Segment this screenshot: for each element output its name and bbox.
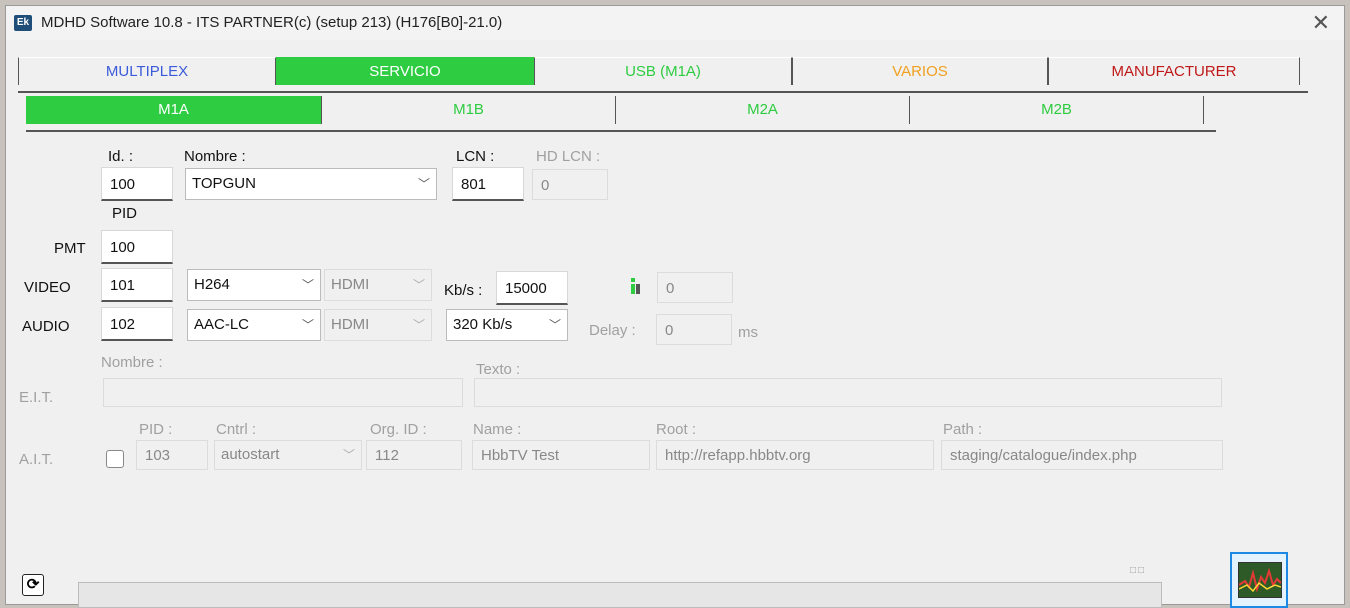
ait-cntrl-value: autostart <box>221 446 280 463</box>
tab-m1b[interactable]: M1B <box>322 96 616 124</box>
pmt-label: PMT <box>54 240 86 257</box>
info-icon[interactable] <box>631 278 641 294</box>
monitor-chart-icon[interactable] <box>1230 552 1288 608</box>
sub-tab-divider <box>26 128 1216 132</box>
audio-source-value: HDMI <box>331 316 370 333</box>
lcn-label: LCN : <box>456 148 495 165</box>
tab-servicio[interactable]: SERVICIO <box>276 57 534 85</box>
ait-name-label: Name : <box>473 421 522 438</box>
video-source-select: HDMI ﹀ <box>324 269 432 301</box>
tab-m2a[interactable]: M2A <box>616 96 910 124</box>
tab-manufacturer-label: MANUFACTURER <box>1111 63 1237 80</box>
tab-servicio-label: SERVICIO <box>369 63 441 80</box>
chevron-down-icon: ﹀ <box>301 278 314 292</box>
delay-unit-label: ms <box>738 324 758 341</box>
main-tab-bar: MULTIPLEX SERVICIO USB (M1A) VARIOS MANU… <box>18 57 1300 87</box>
id-label: Id. : <box>108 148 134 165</box>
tab-usb[interactable]: USB (M1A) <box>534 57 792 85</box>
progress-bar <box>78 582 1162 608</box>
tab-multiplex[interactable]: MULTIPLEX <box>18 57 276 85</box>
chevron-down-icon: ﹀ <box>548 318 561 332</box>
window-title: MDHD Software 10.8 - ITS PARTNER(c) (set… <box>41 14 503 31</box>
ait-name-field: HbbTV Test <box>472 440 650 470</box>
title-bar: Ek MDHD Software 10.8 - ITS PARTNER(c) (… <box>6 6 1344 40</box>
ait-root-label: Root : <box>656 421 697 438</box>
ait-enable-checkbox[interactable] <box>106 450 124 468</box>
tab-multiplex-label: MULTIPLEX <box>105 63 189 80</box>
eit-texto-field <box>474 378 1222 407</box>
chevron-down-icon: ﹀ <box>417 177 430 191</box>
delay-label: Delay : <box>589 322 636 339</box>
audio-bitrate-select[interactable]: 320 Kb/s ﹀ <box>446 309 568 341</box>
video-codec-select[interactable]: H264 ﹀ <box>187 269 321 301</box>
sub-tab-bar: M1A M1B M2A M2B <box>26 96 1216 126</box>
ait-orgid-label: Org. ID : <box>370 421 427 438</box>
video-kbs-field[interactable]: 15000 <box>496 271 568 305</box>
audio-source-select: HDMI ﹀ <box>324 309 432 341</box>
close-icon[interactable]: ✕ <box>1312 10 1330 36</box>
audio-label: AUDIO <box>22 318 70 335</box>
nombre-select-value: TOPGUN <box>192 175 256 192</box>
ait-pid-label: PID : <box>139 421 173 438</box>
video-source-value: HDMI <box>331 276 370 293</box>
nombre-select[interactable]: TOPGUN ﹀ <box>185 168 437 200</box>
chevron-down-icon: ﹀ <box>342 448 355 462</box>
ait-path-field: staging/catalogue/index.php <box>941 440 1223 470</box>
tab-m1a[interactable]: M1A <box>26 96 322 124</box>
eit-nombre-field <box>103 378 463 407</box>
chevron-down-icon: ﹀ <box>301 318 314 332</box>
tab-varios-label: VARIOS <box>892 63 948 80</box>
ait-pid-field: 103 <box>136 440 208 470</box>
monitor-screen <box>1238 562 1282 598</box>
eit-label: E.I.T. <box>19 389 54 406</box>
status-squares: □□ <box>1130 565 1147 576</box>
ait-cntrl-label: Cntrl : <box>216 421 257 438</box>
app-logo-icon: Ek <box>14 15 32 31</box>
pmt-pid-field[interactable]: 100 <box>101 230 173 264</box>
video-kbs-label: Kb/s : <box>444 282 483 299</box>
ait-path-label: Path : <box>943 421 983 438</box>
hd-lcn-label: HD LCN : <box>536 148 601 165</box>
ait-cntrl-select: autostart ﹀ <box>214 440 362 470</box>
ait-label: A.I.T. <box>19 451 54 468</box>
pid-header-label: PID <box>112 205 138 222</box>
eit-nombre-label: Nombre : <box>101 354 163 371</box>
nombre-label: Nombre : <box>184 148 246 165</box>
ait-orgid-field: 112 <box>366 440 462 470</box>
lcn-field[interactable]: 801 <box>452 167 524 201</box>
tab-varios[interactable]: VARIOS <box>792 57 1048 85</box>
chevron-down-icon: ﹀ <box>412 318 425 332</box>
video-codec-value: H264 <box>194 276 230 293</box>
audio-codec-select[interactable]: AAC-LC ﹀ <box>187 309 321 341</box>
video-extra-field: 0 <box>657 272 733 303</box>
video-label: VIDEO <box>24 279 71 296</box>
audio-bitrate-value: 320 Kb/s <box>453 316 513 333</box>
tab-usb-label: USB (M1A) <box>625 63 701 80</box>
eit-texto-label: Texto : <box>476 361 521 378</box>
audio-pid-field[interactable]: 102 <box>101 307 173 341</box>
id-field[interactable]: 100 <box>101 167 173 201</box>
audio-codec-value: AAC-LC <box>194 316 250 333</box>
main-tab-divider <box>18 89 1308 93</box>
tab-manufacturer[interactable]: MANUFACTURER <box>1048 57 1300 85</box>
refresh-icon[interactable]: ⟳ <box>22 574 44 596</box>
chevron-down-icon: ﹀ <box>412 278 425 292</box>
tab-m2b[interactable]: M2B <box>910 96 1204 124</box>
video-pid-field[interactable]: 101 <box>101 268 173 302</box>
waveform-icon <box>1238 567 1282 593</box>
hd-lcn-field: 0 <box>532 169 608 200</box>
delay-field: 0 <box>656 314 732 345</box>
ait-root-field: http://refapp.hbbtv.org <box>656 440 934 470</box>
app-window: Ek MDHD Software 10.8 - ITS PARTNER(c) (… <box>5 5 1345 608</box>
